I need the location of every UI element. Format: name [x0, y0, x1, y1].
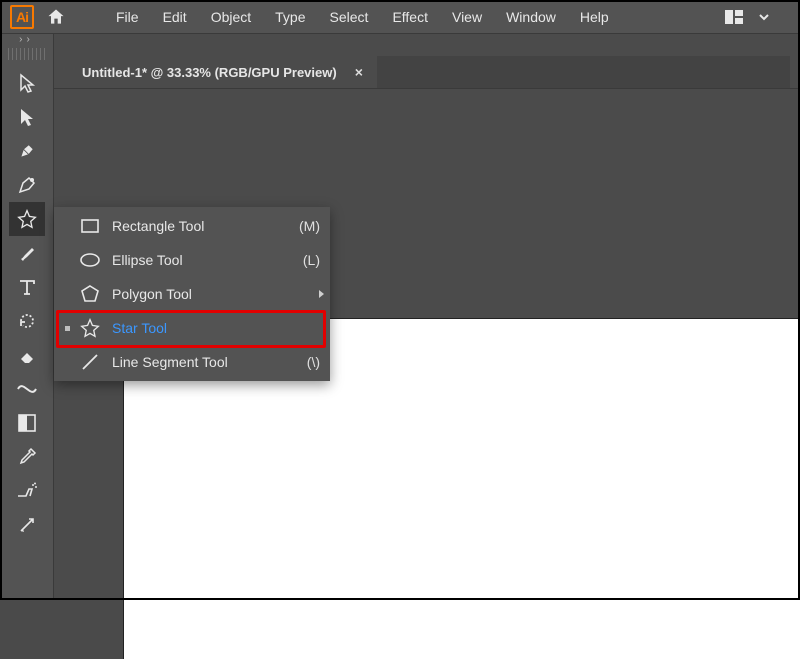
menu-view[interactable]: View: [440, 1, 494, 33]
menu-effect[interactable]: Effect: [380, 1, 440, 33]
eyedropper-tool[interactable]: [9, 440, 45, 474]
menu-items: File Edit Object Type Select Effect View…: [104, 1, 621, 33]
tools-panel: ››: [0, 34, 54, 600]
pen-tool[interactable]: [9, 134, 45, 168]
submenu-caret-icon: [319, 290, 324, 298]
home-button[interactable]: [42, 3, 70, 31]
pen-icon: [18, 141, 36, 161]
workspace-switcher[interactable]: [722, 5, 746, 29]
chevron-down-icon: [758, 11, 770, 23]
shape-tool[interactable]: [9, 202, 45, 236]
rectangle-icon: [80, 217, 100, 235]
menu-type[interactable]: Type: [263, 1, 317, 33]
rotate-tool[interactable]: [9, 304, 45, 338]
star-icon: [80, 318, 100, 338]
eyedropper-icon: [17, 447, 37, 467]
paintbrush-icon: [17, 243, 37, 263]
width-tool[interactable]: [9, 372, 45, 406]
document-tab-title: Untitled-1* @ 33.33% (RGB/GPU Preview): [82, 65, 337, 80]
width-icon: [16, 380, 38, 398]
menubar: Ai File Edit Object Type Select Effect V…: [0, 0, 800, 34]
gradient-icon: [18, 414, 36, 432]
flyout-shortcut: (M): [286, 218, 320, 234]
tab-strip: Untitled-1* @ 33.33% (RGB/GPU Preview) ×: [66, 56, 790, 88]
flyout-item-rectangle[interactable]: Rectangle Tool (M): [54, 209, 330, 243]
eraser-icon: [17, 345, 37, 365]
slice-tool[interactable]: [9, 508, 45, 542]
workspace-dropdown[interactable]: [752, 5, 776, 29]
flyout-label: Ellipse Tool: [106, 252, 286, 268]
flyout-label: Rectangle Tool: [106, 218, 286, 234]
selection-tool[interactable]: [9, 66, 45, 100]
polygon-icon: [80, 284, 100, 304]
flyout-label: Star Tool: [106, 320, 286, 336]
symbol-sprayer-tool[interactable]: [9, 474, 45, 508]
home-icon: [46, 7, 66, 27]
flyout-label: Polygon Tool: [106, 286, 286, 302]
menu-file[interactable]: File: [104, 1, 151, 33]
document-tab[interactable]: Untitled-1* @ 33.33% (RGB/GPU Preview) ×: [66, 56, 377, 88]
symbol-sprayer-icon: [16, 482, 38, 500]
direct-selection-icon: [18, 107, 36, 127]
menu-help[interactable]: Help: [568, 1, 621, 33]
paintbrush-tool[interactable]: [9, 236, 45, 270]
menu-object[interactable]: Object: [199, 1, 263, 33]
tools-expand[interactable]: ››: [0, 34, 53, 48]
ellipse-icon: [79, 252, 101, 268]
flyout-item-polygon[interactable]: Polygon Tool: [54, 277, 330, 311]
active-indicator: [65, 326, 70, 331]
curvature-icon: [17, 175, 37, 195]
workspace-icon: [725, 10, 743, 24]
star-icon: [17, 209, 37, 229]
curvature-tool[interactable]: [9, 168, 45, 202]
type-tool[interactable]: [9, 270, 45, 304]
document-tab-close[interactable]: ×: [355, 64, 363, 80]
menu-window[interactable]: Window: [494, 1, 568, 33]
direct-selection-tool[interactable]: [9, 100, 45, 134]
menu-select[interactable]: Select: [318, 1, 381, 33]
gradient-tool[interactable]: [9, 406, 45, 440]
line-icon: [80, 352, 100, 372]
eraser-tool[interactable]: [9, 338, 45, 372]
tools-grip[interactable]: [8, 48, 45, 60]
flyout-item-ellipse[interactable]: Ellipse Tool (L): [54, 243, 330, 277]
flyout-item-star[interactable]: Star Tool: [54, 311, 330, 345]
menu-edit[interactable]: Edit: [151, 1, 199, 33]
shape-tool-flyout: Rectangle Tool (M) Ellipse Tool (L) Poly…: [54, 207, 330, 381]
selection-icon: [18, 73, 36, 93]
flyout-label: Line Segment Tool: [106, 354, 286, 370]
type-icon: [18, 278, 36, 296]
flyout-shortcut: (L): [286, 252, 320, 268]
flyout-item-line[interactable]: Line Segment Tool (\): [54, 345, 330, 379]
rotate-icon: [17, 311, 37, 331]
app-logo: Ai: [10, 5, 34, 29]
slice-icon: [17, 515, 37, 535]
flyout-shortcut: (\): [286, 354, 320, 370]
